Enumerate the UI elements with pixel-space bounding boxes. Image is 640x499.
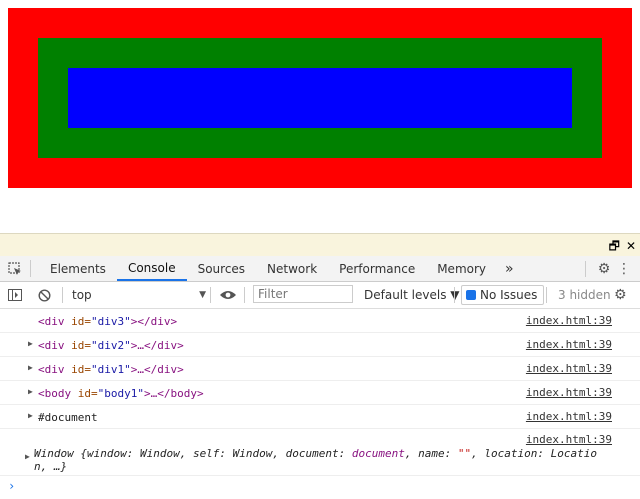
- tabbar-separator: [585, 260, 586, 277]
- console-toolbar: top ▼ Filter Default levels ▼ No Issues …: [0, 282, 640, 309]
- document-node: #document: [38, 411, 98, 424]
- div2-box: [38, 38, 602, 158]
- console-prompt-row[interactable]: ›: [0, 476, 640, 499]
- console-settings-gear-icon[interactable]: ⚙: [614, 282, 627, 308]
- dock-bar: 🗗 ✕: [0, 233, 640, 256]
- tag-close: >…</div>: [130, 363, 184, 376]
- toolbar-separator: [546, 287, 547, 303]
- inspect-element-icon[interactable]: [0, 260, 31, 277]
- filter-input[interactable]: Filter: [253, 285, 353, 303]
- attr-name: id=: [71, 387, 98, 400]
- expand-triangle-icon[interactable]: ▶: [28, 339, 33, 348]
- source-link[interactable]: index.html:39: [526, 314, 612, 327]
- no-issues-button[interactable]: No Issues: [461, 285, 545, 305]
- tag-open: <body: [38, 387, 72, 400]
- tab-sources[interactable]: Sources: [187, 256, 256, 281]
- more-tabs-icon[interactable]: »: [497, 256, 522, 281]
- console-row-window[interactable]: index.html:39 ▶ Window {window: Window, …: [0, 429, 640, 476]
- issues-icon: [466, 290, 476, 300]
- tag-open: <div: [38, 339, 65, 352]
- div3-box: [8, 8, 632, 188]
- console-output: <div id="div3"></div> index.html:39 ▶ <d…: [0, 309, 640, 499]
- source-link[interactable]: index.html:39: [526, 386, 612, 399]
- source-link[interactable]: index.html:39: [526, 362, 612, 375]
- prompt-chevron-icon: ›: [8, 479, 16, 493]
- tag-close: >…</div>: [130, 339, 184, 352]
- undock-icon[interactable]: 🗗: [609, 239, 620, 253]
- document-prop: document: [351, 447, 405, 460]
- attr-value: "div3": [91, 315, 131, 328]
- attr-name: id=: [64, 315, 91, 328]
- issues-label: No Issues: [480, 288, 538, 302]
- source-link[interactable]: index.html:39: [526, 338, 612, 351]
- toolbar-separator: [454, 287, 455, 303]
- tag-close: >…</body>: [143, 387, 204, 400]
- tab-memory[interactable]: Memory: [426, 256, 497, 281]
- expand-triangle-icon[interactable]: ▶: [28, 363, 33, 372]
- live-expression-eye-icon[interactable]: [219, 282, 237, 308]
- tab-console[interactable]: Console: [116, 256, 187, 281]
- name-value: "": [457, 447, 472, 460]
- tag-open: <div: [38, 315, 65, 328]
- chevron-down-icon: ▼: [199, 290, 206, 300]
- console-row[interactable]: ▶ <div id="div2">…</div> index.html:39: [0, 333, 640, 357]
- expand-triangle-icon[interactable]: ▶: [28, 411, 33, 420]
- context-value: top: [72, 288, 92, 302]
- tag-close: ></div>: [130, 315, 178, 328]
- default-levels-dropdown[interactable]: Default levels ▼: [364, 282, 460, 308]
- hidden-count: 3 hidden: [558, 288, 611, 302]
- attr-name: id=: [64, 363, 91, 376]
- toolbar-separator: [62, 287, 63, 303]
- attr-value: "div1": [91, 363, 131, 376]
- toolbar-separator: [244, 287, 245, 303]
- console-row[interactable]: <div id="div3"></div> index.html:39: [0, 309, 640, 333]
- window-text: , name:: [404, 447, 458, 460]
- console-row[interactable]: ▶ #document index.html:39: [0, 405, 640, 429]
- settings-gear-icon[interactable]: ⚙: [594, 261, 614, 277]
- sidebar-toggle-icon[interactable]: [8, 282, 22, 308]
- clear-console-icon[interactable]: [38, 282, 51, 308]
- window-text: Window {window: Window, self: Window, do…: [34, 447, 352, 460]
- close-icon[interactable]: ✕: [626, 239, 636, 253]
- devtools-panel: 🗗 ✕ Elements Console Sources Network Perf…: [0, 233, 640, 495]
- context-selector[interactable]: top ▼: [66, 286, 206, 304]
- tab-network[interactable]: Network: [256, 256, 328, 281]
- devtools-tabbar: Elements Console Sources Network Perform…: [0, 256, 640, 282]
- tag-open: <div: [38, 363, 65, 376]
- source-link[interactable]: index.html:39: [526, 410, 612, 423]
- more-options-icon[interactable]: ⋮: [614, 261, 634, 277]
- attr-name: id=: [64, 339, 91, 352]
- attr-value: "div2": [91, 339, 131, 352]
- expand-triangle-icon[interactable]: ▶: [25, 452, 30, 461]
- tab-performance[interactable]: Performance: [328, 256, 426, 281]
- expand-triangle-icon[interactable]: ▶: [28, 387, 33, 396]
- toolbar-separator: [210, 287, 211, 303]
- div1-box: [68, 68, 572, 128]
- console-row[interactable]: ▶ <body id="body1">…</body> index.html:3…: [0, 381, 640, 405]
- attr-value: "body1": [97, 387, 144, 400]
- console-row[interactable]: ▶ <div id="div1">…</div> index.html:39: [0, 357, 640, 381]
- source-link[interactable]: index.html:39: [526, 433, 612, 446]
- tab-elements[interactable]: Elements: [39, 256, 117, 281]
